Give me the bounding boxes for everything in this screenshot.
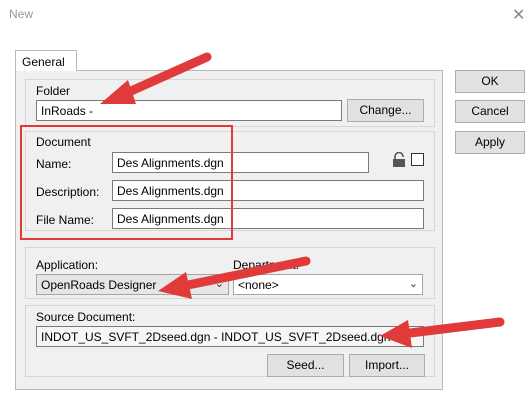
ok-button[interactable]: OK	[455, 70, 525, 93]
close-icon[interactable]: ✕	[512, 5, 525, 25]
annotation-highlight-box	[20, 125, 233, 240]
window-title: New	[9, 7, 34, 21]
apply-button[interactable]: Apply	[455, 131, 525, 154]
chevron-down-icon: ⌄	[214, 278, 224, 290]
tab-general[interactable]: General	[15, 50, 77, 71]
department-label: Department:	[233, 258, 300, 272]
title-bar: New ✕	[0, 0, 530, 32]
application-group: Application: Department: OpenRoads Desig…	[25, 247, 435, 299]
lock-icon[interactable]	[392, 151, 406, 168]
folder-group: Folder InRoads - Change...	[25, 79, 435, 127]
department-value: <none>	[238, 278, 279, 292]
source-group: Source Document: INDOT_US_SVFT_2Dseed.dg…	[25, 305, 435, 377]
cancel-button[interactable]: Cancel	[455, 100, 525, 123]
lock-checkbox[interactable]	[411, 153, 424, 166]
folder-value: InRoads -	[41, 104, 94, 118]
application-label: Application:	[36, 258, 99, 272]
chevron-down-icon: ⌄	[408, 278, 418, 290]
import-button[interactable]: Import...	[349, 354, 425, 377]
source-label: Source Document:	[36, 310, 136, 324]
folder-field[interactable]: InRoads -	[36, 100, 342, 121]
source-field[interactable]: INDOT_US_SVFT_2Dseed.dgn - INDOT_US_SVFT…	[36, 326, 424, 347]
seed-button[interactable]: Seed...	[267, 354, 344, 377]
application-value: OpenRoads Designer	[41, 278, 157, 292]
source-value: INDOT_US_SVFT_2Dseed.dgn - INDOT_US_SVFT…	[41, 330, 391, 344]
department-select[interactable]: <none> ⌄	[233, 274, 423, 295]
tab-general-label: General	[22, 55, 65, 69]
change-folder-button[interactable]: Change...	[347, 99, 424, 122]
folder-label: Folder	[36, 84, 71, 98]
application-select[interactable]: OpenRoads Designer ⌄	[36, 274, 229, 295]
